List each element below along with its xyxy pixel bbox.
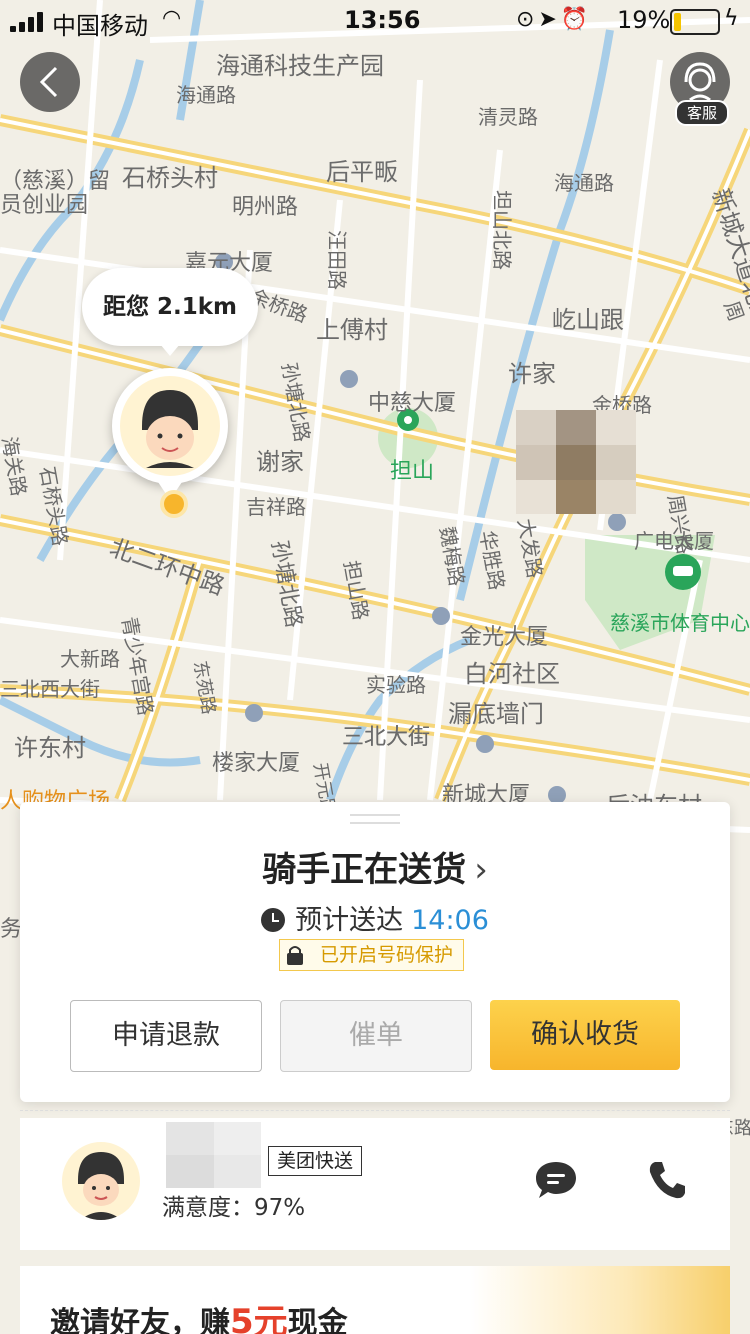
map-label: 吉祥路 — [246, 496, 306, 519]
map-label: 许东村 — [14, 735, 86, 762]
invite-banner[interactable]: 邀请好友，赚5元现金 — [20, 1266, 730, 1334]
map-label: 屹山跟 — [552, 307, 624, 334]
rider-name-blurred — [166, 1122, 261, 1188]
rider-service-tag: 美团快送 — [268, 1146, 363, 1176]
map-label: 海通科技生产园 — [216, 53, 384, 80]
map-label: 上傅村 — [316, 317, 388, 344]
customer-service-label[interactable]: 客服 — [675, 100, 729, 126]
rider-card: 美团快送 满意度：97% — [20, 1118, 730, 1250]
map-label: 海通路 — [176, 84, 236, 107]
map-label: 务 — [0, 916, 22, 941]
urge-order-button[interactable]: 催单 — [280, 1000, 472, 1072]
map-label: 海通路 — [554, 172, 614, 195]
chevron-right-icon: › — [474, 850, 488, 890]
map-label: 三北西大街 — [0, 678, 100, 701]
order-status-panel: 骑手正在送货 › 预计送达 14:06 已开启号码保护 申请退款 催单 确认收货 — [20, 802, 730, 1102]
invite-text: 邀请好友，赚5元现金 — [50, 1294, 348, 1334]
delivery-status-title[interactable]: 骑手正在送货 › — [20, 842, 730, 891]
map-label: 大新路 — [60, 648, 120, 671]
invite-text-before: 邀请好友，赚 — [50, 1306, 230, 1334]
rider-position-dot — [160, 490, 188, 518]
map-label: 清灵路 — [478, 106, 538, 129]
status-bar: 中国移动 ◠ 13:56 ⊙➤⏰ 19% ϟ — [0, 0, 750, 40]
eta-label: 预计送达 — [295, 905, 404, 936]
map-label: 广电大厦 — [634, 530, 714, 553]
blurred-region — [516, 410, 636, 514]
map-label: 中慈大厦 — [368, 390, 456, 415]
invite-text-after: 现金 — [287, 1306, 348, 1334]
rider-avatar-icon — [120, 376, 220, 476]
eta-row: 预计送达 14:06 — [20, 898, 730, 937]
status-title-text: 骑手正在送货 — [262, 850, 467, 890]
wifi-icon: ◠ — [162, 6, 182, 31]
carrier-label: 中国移动 — [52, 12, 148, 40]
map-label: 金光大厦 — [460, 624, 548, 649]
map-label: 楼家大厦 — [212, 750, 300, 775]
map-label: 谢家 — [256, 449, 304, 476]
map-label: 三北大街 — [342, 724, 430, 749]
clock-icon — [261, 908, 286, 932]
map-label: 许家 — [508, 361, 556, 388]
privacy-label: 已开启号码保护 — [320, 944, 454, 966]
rider-rating: 满意度：97% — [162, 1195, 306, 1221]
battery-icon — [670, 9, 720, 35]
clock-time: 13:56 — [344, 6, 421, 34]
refund-button[interactable]: 申请退款 — [70, 1000, 262, 1072]
map-label: 明州路 — [232, 194, 298, 219]
confirm-receipt-button[interactable]: 确认收货 — [490, 1000, 680, 1070]
eta-time: 14:06 — [411, 905, 489, 936]
banner-decoration — [470, 1266, 730, 1334]
map-label: （慈溪）留 — [0, 168, 110, 193]
back-button[interactable] — [20, 52, 80, 112]
map-label: 白河社区 — [464, 661, 560, 688]
map-label: 实验路 — [366, 674, 426, 697]
map-label: 石桥头村 — [122, 165, 218, 192]
back-arrow-icon — [39, 66, 58, 98]
invite-amount: 5元 — [230, 1302, 288, 1334]
rider-map-marker[interactable] — [112, 368, 228, 500]
signal-icon — [10, 12, 46, 32]
phone-icon[interactable] — [645, 1158, 689, 1202]
number-protection-badge: 已开启号码保护 — [279, 939, 465, 971]
drag-handle[interactable] — [350, 814, 400, 824]
battery-percent: 19% — [617, 6, 671, 34]
map-label: 后平畈 — [326, 159, 398, 186]
map-label: 员创业园 — [0, 192, 88, 217]
charging-icon: ϟ — [724, 6, 739, 31]
system-status-icons: ⊙➤⏰ — [516, 7, 593, 32]
map-label: 担山 — [390, 458, 434, 483]
chat-icon[interactable] — [534, 1160, 578, 1200]
map-label: 慈溪市体育中心 — [610, 612, 750, 635]
distance-bubble: 距您 2.1km — [82, 268, 258, 356]
map-label: 漏底墙门 — [448, 701, 544, 728]
map-label: 汪田路 — [325, 230, 348, 290]
lock-icon — [287, 946, 303, 965]
map-label: 坦山北路 — [490, 190, 513, 270]
avatar[interactable] — [62, 1142, 140, 1220]
divider — [20, 1110, 730, 1111]
